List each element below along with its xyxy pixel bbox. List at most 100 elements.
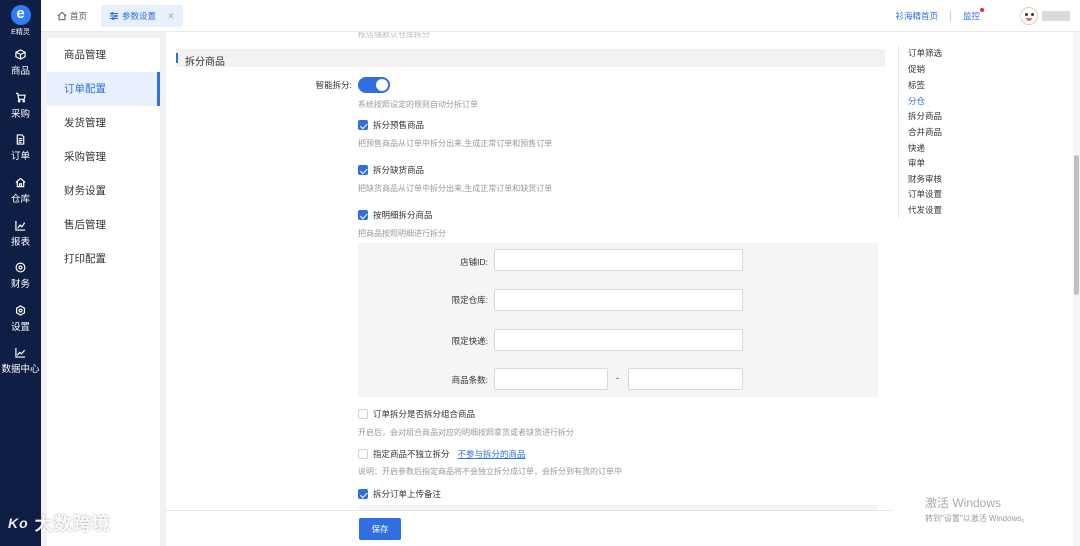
submenu-item-shipping[interactable]: 发货管理 (47, 106, 160, 140)
option-split-outofstock[interactable]: 拆分缺货商品 (358, 164, 424, 176)
submenu-item-finance[interactable]: 财务设置 (47, 174, 160, 208)
cube-icon (15, 49, 26, 61)
submenu-item-print[interactable]: 打印配置 (47, 242, 160, 276)
submenu-item-goods[interactable]: 商品管理 (47, 38, 160, 72)
express-label: 限定快递: (451, 336, 488, 346)
nav-label: 采购 (10, 108, 30, 120)
option-upload-remark[interactable]: 拆分订单上传备注 (358, 488, 441, 500)
settings-submenu: 商品管理 订单配置 发货管理 采购管理 财务设置 售后管理 打印配置 (47, 38, 160, 546)
nav-item-orders[interactable]: 订单 (0, 127, 41, 170)
logo-text: E精灵 (11, 29, 30, 36)
checkbox-checked[interactable] (358, 165, 368, 175)
option-split-by-detail[interactable]: 按明细拆分商品 (358, 209, 433, 221)
nav-item-goods[interactable]: 商品 (0, 42, 41, 85)
anchor-item-active[interactable]: 分仓 (908, 95, 925, 107)
sliders-icon (109, 12, 119, 20)
trend-icon (15, 348, 26, 359)
watermark-text: 大数跨境 (34, 514, 111, 534)
tab-home-label: 首页 (70, 11, 88, 21)
watermark-logo: Ko 大数跨境 (8, 510, 111, 536)
nav-item-purchase[interactable]: 采购 (0, 85, 41, 128)
tab-home[interactable]: 首页 (49, 5, 95, 27)
anchor-item[interactable]: 快递 (908, 142, 925, 154)
anchor-item[interactable]: 标签 (908, 79, 925, 91)
item-count-label: 商品条数: (451, 375, 488, 385)
username-redacted[interactable] (1042, 11, 1070, 21)
smart-split-toggle[interactable] (358, 77, 390, 93)
smart-split-label: 智能拆分: (315, 80, 352, 90)
anchor-item[interactable]: 审单 (908, 157, 925, 169)
nav-item-reports[interactable]: 报表 (0, 212, 41, 255)
monitor-link[interactable]: 监控 (963, 8, 984, 22)
anchor-item[interactable]: 订单设置 (908, 188, 942, 200)
logo-icon: e (10, 5, 31, 25)
option-split-presale[interactable]: 拆分预售商品 (358, 119, 424, 131)
checkbox-unchecked[interactable] (358, 449, 368, 459)
option-split-combo[interactable]: 订单拆分是否拆分组合商品 (358, 408, 475, 420)
cart-icon (15, 92, 26, 103)
shop-id-input[interactable] (494, 249, 743, 271)
detail-hint: 把商品按照明细进行拆分 (358, 229, 446, 238)
top-right-links: 衫海精首页 监控 (895, 0, 1080, 32)
checkbox-checked[interactable] (358, 210, 368, 220)
option-no-independent-split[interactable]: 指定商品不独立拆分 不参与拆分的商品 (358, 448, 526, 460)
split-filter-panel: 店铺ID: 限定仓库: 限定快递: 商品条数: - (358, 243, 878, 397)
cut-off-hint: 按店铺默认仓库拆分 (358, 32, 430, 39)
nav-item-finance[interactable]: 财务 (0, 255, 41, 298)
scroll-thumb[interactable] (1074, 155, 1079, 295)
checkbox-checked[interactable] (358, 489, 368, 499)
option-label: 拆分缺货商品 (373, 165, 425, 175)
anchor-item[interactable]: 促销 (908, 63, 925, 75)
anchor-item[interactable]: 代发设置 (908, 204, 942, 216)
option-label: 指定商品不独立拆分 (373, 449, 450, 459)
settings-content: 按店铺默认仓库拆分 拆分商品 智能拆分: 系统按照设定的规则自动分拆订单 拆分预… (166, 32, 893, 546)
smart-split-hint: 系统按照设定的规则自动分拆订单 (358, 100, 478, 109)
item-count-min-input[interactable] (494, 368, 608, 390)
gear-icon (15, 305, 26, 316)
anchor-item[interactable]: 订单筛选 (908, 47, 942, 59)
app-logo[interactable]: e E精灵 (0, 0, 41, 42)
top-bar: 首页 参数设置 × 衫海精首页 监控 (41, 0, 1080, 32)
house-icon (15, 177, 26, 188)
submenu-item-aftersales[interactable]: 售后管理 (47, 208, 160, 242)
watermark-mark: Ko (8, 515, 29, 531)
divider (949, 11, 951, 21)
shop-home-link[interactable]: 衫海精首页 (895, 10, 938, 22)
activation-title: 激活 Windows (925, 496, 1002, 510)
checkbox-checked[interactable] (358, 120, 368, 130)
close-icon[interactable]: × (168, 11, 174, 22)
submenu-item-order-config[interactable]: 订单配置 (47, 72, 160, 106)
combo-hint: 开启后，会对组合商品对应的明细按照拿货或者缺货进行拆分 (358, 428, 574, 437)
outofstock-hint: 把缺货商品从订单中拆分出来,生成正常订单和缺货订单 (358, 184, 553, 193)
nav-label: 报表 (10, 236, 30, 248)
anchor-item[interactable]: 合并商品 (908, 126, 942, 138)
home-icon (57, 11, 67, 21)
checkbox-unchecked[interactable] (358, 409, 368, 419)
warehouse-label: 限定仓库: (451, 295, 488, 305)
page-scrollbar[interactable] (1073, 32, 1080, 546)
main-nav-rail: e E精灵 商品 采购 订单 仓库 报表 财务 设置 数据中心 (0, 0, 41, 546)
express-select[interactable] (494, 329, 743, 351)
nav-item-data-center[interactable]: 数据中心 (0, 340, 41, 383)
shop-id-label: 店铺ID: (460, 257, 488, 267)
nav-item-warehouse[interactable]: 仓库 (0, 170, 41, 213)
save-button[interactable]: 保存 (359, 518, 401, 540)
tab-params-label: 参数设置 (122, 11, 157, 21)
avatar[interactable] (1020, 7, 1038, 25)
anchor-item[interactable]: 财务审核 (908, 173, 942, 185)
item-count-max-input[interactable] (628, 368, 743, 390)
nav-label: 商品 (10, 66, 30, 78)
warehouse-select[interactable] (494, 289, 743, 311)
excluded-goods-link[interactable]: 不参与拆分的商品 (458, 448, 526, 460)
option-label: 订单拆分是否拆分组合商品 (373, 409, 476, 419)
presale-hint: 把预售商品从订单中拆分出来,生成正常订单和预售订单 (358, 139, 553, 148)
app-root: e E精灵 商品 采购 订单 仓库 报表 财务 设置 数据中心 首页 参数设置 … (0, 0, 1080, 546)
nav-label: 数据中心 (1, 364, 40, 376)
notification-dot (980, 8, 984, 12)
nav-item-settings[interactable]: 设置 (0, 298, 41, 341)
section-title: 拆分商品 (185, 57, 225, 68)
submenu-item-purchase[interactable]: 采购管理 (47, 140, 160, 174)
tab-params-settings[interactable]: 参数设置 × (101, 5, 183, 27)
anchor-item[interactable]: 拆分商品 (908, 110, 942, 122)
nav-label: 财务 (10, 279, 30, 291)
